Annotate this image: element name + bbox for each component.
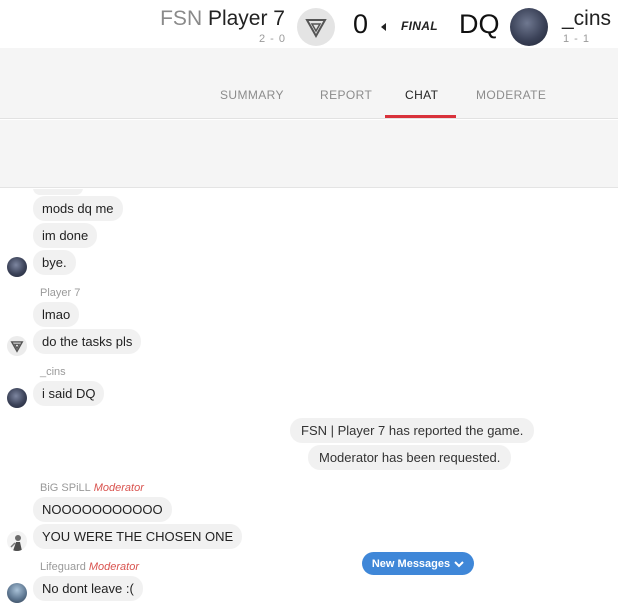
- chat-author[interactable]: Lifeguard Moderator: [40, 561, 139, 573]
- chat-message: do the tasks pls: [33, 329, 142, 354]
- v-logo-icon: [305, 19, 327, 39]
- avatar-lifeguard[interactable]: [7, 583, 27, 603]
- tab-content-header: [0, 120, 618, 188]
- player1-username: Player 7: [207, 7, 285, 30]
- tab-chat[interactable]: CHAT: [405, 88, 438, 102]
- chat-message: YOU WERE THE CHOSEN ONE: [33, 524, 243, 549]
- avatar-cins[interactable]: [7, 388, 27, 408]
- chat-message: No dont leave :(: [33, 576, 143, 601]
- new-messages-label: New Messages: [371, 557, 451, 570]
- avatar-cins[interactable]: [7, 257, 27, 277]
- match-status: FINAL: [401, 19, 438, 33]
- tab-report[interactable]: REPORT: [320, 88, 372, 102]
- player1-team-tag: FSN: [160, 7, 203, 30]
- author-name: Lifeguard: [40, 561, 86, 573]
- player2-score: DQ: [459, 9, 500, 39]
- tab-summary[interactable]: SUMMARY: [220, 88, 284, 102]
- tab-bar: SUMMARY REPORT CHAT MODERATE: [0, 48, 618, 119]
- chevron-down-icon: [454, 560, 464, 567]
- chat-author[interactable]: Player 7: [40, 287, 80, 299]
- system-message: Moderator has been requested.: [308, 445, 512, 470]
- chat-bubble-partial: [33, 189, 83, 195]
- chat-message: lmao: [33, 302, 80, 327]
- player1-avatar[interactable]: [297, 8, 335, 46]
- player2-avatar[interactable]: [510, 8, 548, 46]
- chat-author[interactable]: BiG SPiLL Moderator: [40, 482, 144, 494]
- player1-name[interactable]: FSN Player 7: [160, 7, 285, 31]
- v-logo-icon: [10, 341, 24, 353]
- moderator-role: Moderator: [88, 561, 140, 573]
- caret-left-icon: [381, 23, 386, 31]
- chat-message: NOOOOOOOOOOO: [33, 497, 172, 522]
- author-name: BiG SPiLL: [40, 482, 91, 494]
- new-messages-button[interactable]: New Messages: [362, 552, 474, 575]
- chat-message: bye.: [33, 250, 76, 275]
- player1-record: 2 - 0: [258, 33, 286, 45]
- moderator-role: Moderator: [93, 482, 144, 494]
- player1-score: 0: [353, 9, 369, 39]
- avatar-bigspill[interactable]: [7, 531, 27, 551]
- chat-message: im done: [33, 223, 98, 248]
- chat-message: i said DQ: [33, 381, 105, 406]
- chat-author[interactable]: _cins: [40, 366, 66, 378]
- active-tab-indicator: [385, 115, 456, 118]
- avatar-figure-icon: [10, 535, 22, 551]
- player2-name[interactable]: _cins: [562, 7, 611, 31]
- chat-message: mods dq me: [33, 196, 123, 221]
- tab-moderate[interactable]: MODERATE: [476, 88, 546, 102]
- scoreboard: FSN Player 7 2 - 0 0 FINAL DQ _cins 1 - …: [0, 0, 618, 48]
- player2-record: 1 - 1: [563, 33, 591, 45]
- avatar-player7[interactable]: [7, 336, 27, 356]
- chat-log[interactable]: mods dq me im done bye. Player 7 lmao do…: [0, 189, 618, 609]
- system-message: FSN | Player 7 has reported the game.: [290, 418, 535, 443]
